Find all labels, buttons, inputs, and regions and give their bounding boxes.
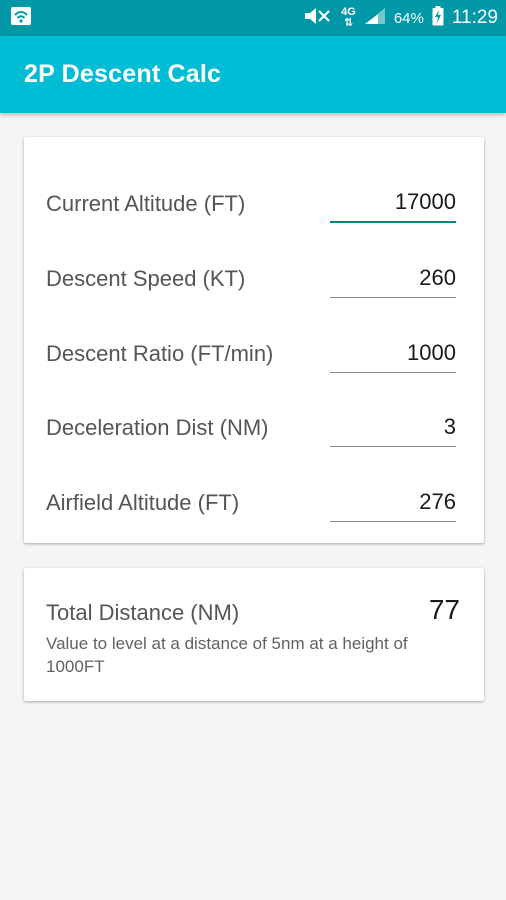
descent-ratio-label: Descent Ratio (FT/min) [46, 341, 274, 366]
status-bar: 4G ⇅ 64% 11:29 [0, 0, 506, 36]
status-bar-left [10, 6, 32, 31]
descent-speed-label: Descent Speed (KT) [46, 266, 246, 291]
mute-icon [303, 7, 333, 29]
airfield-altitude-input[interactable]: 276 [330, 482, 456, 522]
app-bar: 2P Descent Calc [0, 36, 506, 113]
descent-ratio-value: 1000 [407, 339, 456, 365]
current-altitude-input[interactable]: 17000 [330, 183, 456, 223]
deceleration-dist-label: Deceleration Dist (NM) [46, 415, 269, 440]
descent-ratio-row: Descent Ratio (FT/min) 1000 [24, 327, 484, 387]
descent-speed-row: Descent Speed (KT) 260 [24, 252, 484, 312]
app-title: 2P Descent Calc [24, 60, 222, 88]
total-distance-label: Total Distance (NM) [46, 600, 240, 625]
inputs-card: Current Altitude (FT) 17000 Descent Spee… [24, 137, 484, 543]
deceleration-dist-value: 3 [443, 413, 456, 439]
airfield-altitude-row: Airfield Altitude (FT) 276 [24, 476, 484, 536]
descent-ratio-input[interactable]: 1000 [330, 333, 456, 373]
battery-charging-icon [432, 6, 444, 30]
current-altitude-row: Current Altitude (FT) 17000 [24, 177, 484, 237]
descent-speed-value: 260 [419, 264, 456, 290]
result-note: Value to level at a distance of 5nm at a… [46, 634, 408, 676]
deceleration-dist-row: Deceleration Dist (NM) 3 [24, 401, 484, 461]
total-distance-value: 77 [428, 594, 460, 625]
status-bar-right: 4G ⇅ 64% 11:29 [303, 6, 498, 30]
notification-icon [10, 6, 32, 31]
result-card: Total Distance (NM) 77 Value to level at… [24, 568, 484, 701]
current-altitude-value: 17000 [394, 189, 456, 214]
network-type-icon: 4G ⇅ [341, 7, 356, 29]
current-altitude-label: Current Altitude (FT) [46, 191, 246, 216]
signal-icon [364, 7, 386, 29]
clock: 11:29 [451, 7, 498, 28]
airfield-altitude-value: 276 [419, 488, 456, 514]
data-arrows-icon: ⇅ [343, 17, 354, 29]
descent-speed-input[interactable]: 260 [330, 258, 456, 298]
airfield-altitude-label: Airfield Altitude (FT) [46, 490, 240, 515]
deceleration-dist-input[interactable]: 3 [330, 407, 456, 447]
battery-percent: 64% [393, 9, 424, 27]
